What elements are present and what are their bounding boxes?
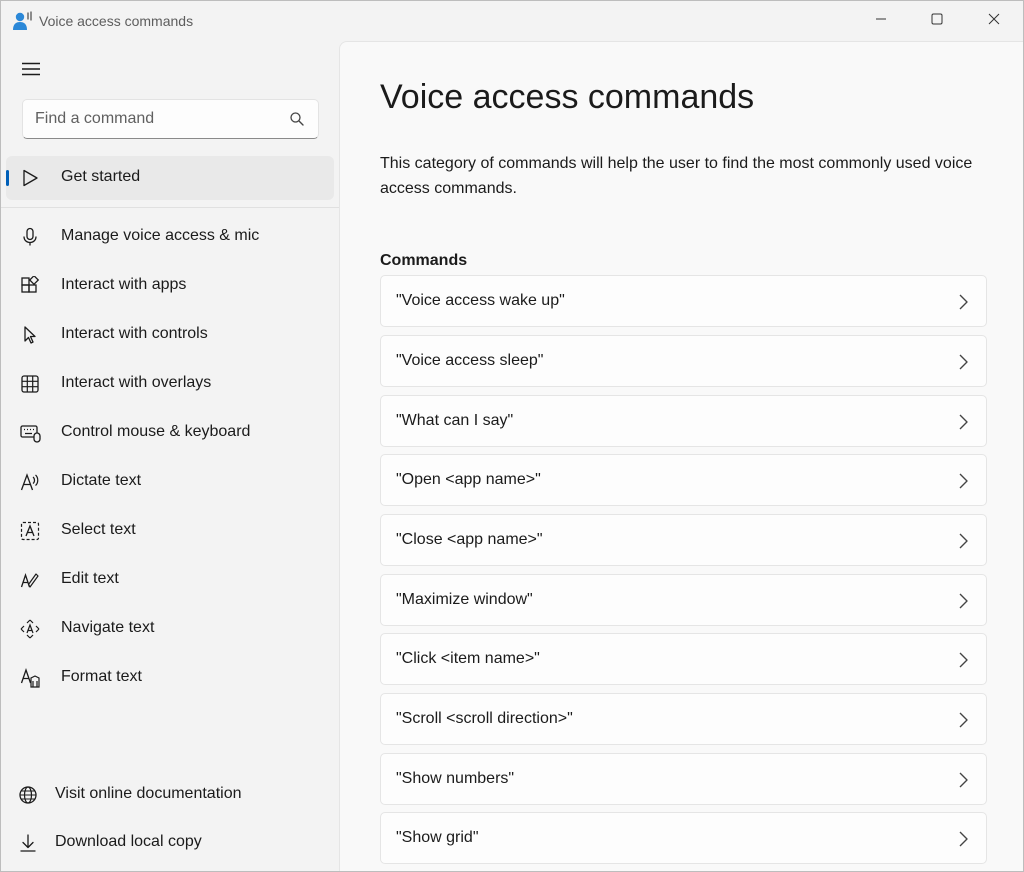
page-title: Voice access commands xyxy=(380,78,754,117)
hamburger-menu-icon xyxy=(22,62,40,81)
command-item[interactable]: "Show numbers" xyxy=(380,753,987,805)
command-label: "What can I say" xyxy=(396,412,513,430)
download-icon xyxy=(18,833,38,853)
sidebar-item-manage-voice-access[interactable]: Manage voice access & mic xyxy=(6,215,334,259)
sidebar-item-label: Format text xyxy=(61,668,142,686)
format-text-icon xyxy=(20,668,40,688)
sidebar-item-interact-with-apps[interactable]: Interact with apps xyxy=(6,264,334,308)
keyboard-mouse-icon xyxy=(20,423,40,443)
selection-indicator xyxy=(6,170,9,186)
sidebar-item-navigate-text[interactable]: Navigate text xyxy=(6,607,334,651)
chevron-right-icon xyxy=(957,472,969,490)
hamburger-menu-button[interactable] xyxy=(11,55,51,87)
sidebar-divider xyxy=(1,207,339,208)
sidebar-item-select-text[interactable]: Select text xyxy=(6,509,334,553)
window-title: Voice access commands xyxy=(39,13,193,29)
command-label: "Close <app name>" xyxy=(396,531,543,549)
content-pane: Voice access commands This category of c… xyxy=(339,41,1023,872)
minimize-button[interactable] xyxy=(852,1,910,41)
select-text-icon xyxy=(20,521,40,541)
sidebar-item-label: Control mouse & keyboard xyxy=(61,423,250,441)
command-item[interactable]: "Maximize window" xyxy=(380,574,987,626)
sidebar-item-control-mouse-keyboard[interactable]: Control mouse & keyboard xyxy=(6,411,334,455)
close-button[interactable] xyxy=(965,1,1023,41)
cursor-icon xyxy=(20,325,40,345)
sidebar-item-label: Interact with apps xyxy=(61,276,186,294)
command-label: "Click <item name>" xyxy=(396,650,540,668)
sidebar-item-label: Select text xyxy=(61,521,136,539)
chevron-right-icon xyxy=(957,353,969,371)
search-box[interactable] xyxy=(22,99,319,139)
maximize-button[interactable] xyxy=(908,1,966,41)
chevron-right-icon xyxy=(957,771,969,789)
close-icon xyxy=(988,12,1000,30)
page-description: This category of commands will help the … xyxy=(380,151,990,201)
command-item[interactable]: "Open <app name>" xyxy=(380,454,987,506)
command-item[interactable]: "Scroll <scroll direction>" xyxy=(380,693,987,745)
command-label: "Voice access sleep" xyxy=(396,352,543,370)
command-label: "Open <app name>" xyxy=(396,471,541,489)
footer-link-label: Download local copy xyxy=(55,833,202,851)
sidebar-item-label: Manage voice access & mic xyxy=(61,227,259,245)
command-item[interactable]: "Voice access wake up" xyxy=(380,275,987,327)
chevron-right-icon xyxy=(957,413,969,431)
dictate-icon xyxy=(20,472,40,492)
command-label: "Voice access wake up" xyxy=(396,292,565,310)
command-item[interactable]: "Show grid" xyxy=(380,812,987,864)
command-item[interactable]: "What can I say" xyxy=(380,395,987,447)
command-label: "Scroll <scroll direction>" xyxy=(396,710,573,728)
sidebar-item-label: Edit text xyxy=(61,570,119,588)
sidebar-item-label: Interact with controls xyxy=(61,325,208,343)
globe-icon xyxy=(18,785,38,805)
sidebar-item-label: Dictate text xyxy=(61,472,141,490)
command-label: "Maximize window" xyxy=(396,591,533,609)
sidebar-item-label: Navigate text xyxy=(61,619,154,637)
command-item[interactable]: "Close <app name>" xyxy=(380,514,987,566)
app-window: Voice access commands xyxy=(0,0,1024,872)
sidebar-item-format-text[interactable]: Format text xyxy=(6,656,334,700)
play-icon xyxy=(20,168,40,188)
download-local-copy-link[interactable]: Download local copy xyxy=(6,823,334,863)
command-label: "Show grid" xyxy=(396,829,479,847)
visit-online-documentation-link[interactable]: Visit online documentation xyxy=(6,775,334,815)
search-input[interactable] xyxy=(35,108,280,130)
search-icon[interactable] xyxy=(289,111,305,127)
chevron-right-icon xyxy=(957,592,969,610)
sidebar-item-label: Interact with overlays xyxy=(61,374,211,392)
chevron-right-icon xyxy=(957,651,969,669)
title-bar[interactable]: Voice access commands xyxy=(1,1,1023,41)
chevron-right-icon xyxy=(957,711,969,729)
chevron-right-icon xyxy=(957,532,969,550)
footer-link-label: Visit online documentation xyxy=(55,785,242,803)
section-label-commands: Commands xyxy=(380,252,467,270)
minimize-icon xyxy=(875,12,887,30)
sidebar: Get started Manage voice access & mic In… xyxy=(1,41,339,872)
chevron-right-icon xyxy=(957,293,969,311)
chevron-right-icon xyxy=(957,830,969,848)
navigate-text-icon xyxy=(20,619,40,639)
sidebar-item-edit-text[interactable]: Edit text xyxy=(6,558,334,602)
voice-access-icon xyxy=(12,11,34,31)
apps-icon xyxy=(20,276,40,296)
sidebar-item-interact-with-controls[interactable]: Interact with controls xyxy=(6,313,334,357)
microphone-icon xyxy=(20,227,40,247)
sidebar-item-label: Get started xyxy=(61,168,140,186)
grid-icon xyxy=(20,374,40,394)
sidebar-item-interact-with-overlays[interactable]: Interact with overlays xyxy=(6,362,334,406)
command-item[interactable]: "Voice access sleep" xyxy=(380,335,987,387)
maximize-icon xyxy=(931,12,943,30)
edit-text-icon xyxy=(20,570,40,590)
command-label: "Show numbers" xyxy=(396,770,514,788)
sidebar-item-get-started[interactable]: Get started xyxy=(6,156,334,200)
sidebar-item-dictate-text[interactable]: Dictate text xyxy=(6,460,334,504)
command-item[interactable]: "Click <item name>" xyxy=(380,633,987,685)
